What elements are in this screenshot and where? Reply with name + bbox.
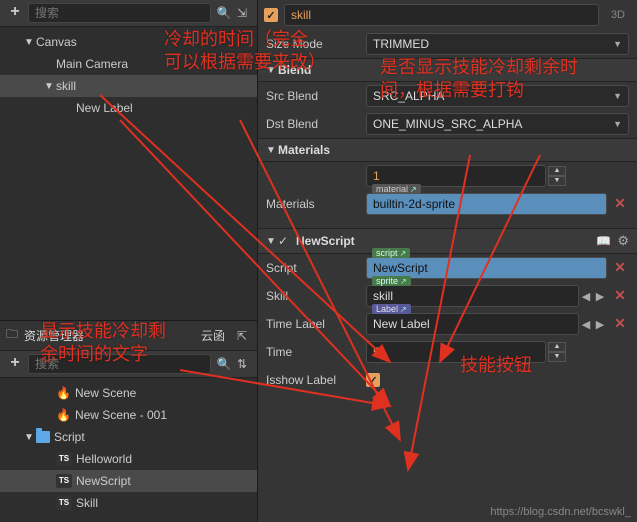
assets-panel: 🗀 资源管理器 云函 ⇱ + 🔍 ⇅ 🔥 New Scene 🔥 New Scene … bbox=[0, 320, 258, 522]
hierarchy-search-input[interactable] bbox=[28, 3, 211, 23]
node-active-checkbox[interactable]: ✓ bbox=[264, 8, 278, 22]
assets-search-input[interactable] bbox=[28, 354, 211, 374]
scene-icon: 🔥 bbox=[56, 386, 71, 400]
node-header: ✓ 3D bbox=[258, 0, 637, 30]
label-tag: Label↗ bbox=[372, 304, 411, 314]
newscript-section[interactable]: ▼ ✓ NewScript 📖 ⚙ bbox=[258, 228, 637, 254]
next-button[interactable]: ▶ bbox=[593, 318, 607, 331]
chevron-down-icon: ▼ bbox=[266, 65, 278, 76]
dst-blend-row: Dst Blend ONE_MINUS_SRC_ALPHA ▼ bbox=[258, 110, 637, 138]
material-tag: material↗ bbox=[372, 184, 421, 194]
folder-icon: 🗀 bbox=[6, 325, 18, 346]
search-icon[interactable]: 🔍 bbox=[215, 4, 233, 22]
3d-toggle[interactable]: 3D bbox=[605, 9, 631, 21]
materials-count-stepper[interactable]: ▲▼ bbox=[548, 166, 566, 186]
tree-item-label: New Scene bbox=[75, 386, 136, 400]
next-button[interactable]: ▶ bbox=[593, 290, 607, 303]
time-stepper[interactable]: ▲▼ bbox=[548, 342, 566, 362]
hierarchy-tree: ▼CanvasMain Camera▼skillNew Label bbox=[0, 27, 257, 123]
search-icon[interactable]: 🔍 bbox=[215, 355, 233, 373]
help-icon[interactable]: 📖 bbox=[596, 234, 611, 248]
hierarchy-toolbar: + 🔍 ⇲ bbox=[0, 0, 257, 27]
tree-item-label: NewScript bbox=[76, 474, 131, 488]
time-input[interactable] bbox=[366, 341, 546, 363]
folder-icon bbox=[36, 431, 50, 443]
chevron-down-icon: ▼ bbox=[613, 91, 622, 101]
skill-prop-row: Skill sprite↗ ◀ ▶ ✕ bbox=[258, 282, 637, 310]
typescript-icon: TS bbox=[56, 452, 72, 466]
assets-toolbar: + 🔍 ⇅ bbox=[0, 351, 257, 378]
dst-blend-dropdown[interactable]: ONE_MINUS_SRC_ALPHA ▼ bbox=[366, 113, 629, 135]
scene-icon: 🔥 bbox=[56, 408, 71, 422]
size-mode-row: Size Mode TRIMMED ▼ bbox=[258, 30, 637, 58]
material-slot-input[interactable] bbox=[366, 193, 607, 215]
delete-skill-button[interactable]: ✕ bbox=[611, 287, 629, 305]
chevron-down-icon: ▼ bbox=[613, 39, 622, 49]
src-blend-row: Src Blend SRC_ALPHA ▼ bbox=[258, 82, 637, 110]
tree-item-label: Helloworld bbox=[76, 452, 132, 466]
size-mode-label: Size Mode bbox=[266, 37, 366, 51]
caret-icon: ▼ bbox=[24, 37, 36, 48]
timelabel-slot-input[interactable] bbox=[366, 313, 579, 335]
delete-timelabel-button[interactable]: ✕ bbox=[611, 315, 629, 333]
gear-icon[interactable]: ⚙ bbox=[617, 233, 629, 249]
typescript-icon: TS bbox=[56, 474, 72, 488]
typescript-icon: TS bbox=[56, 496, 72, 510]
chevron-down-icon: ▼ bbox=[613, 119, 622, 129]
prev-button[interactable]: ◀ bbox=[579, 318, 593, 331]
node-name-input[interactable] bbox=[284, 4, 599, 26]
watermark: https://blog.csdn.net/bcswkl_ bbox=[490, 506, 631, 518]
chevron-down-icon: ▼ bbox=[266, 145, 278, 156]
collapse-icon[interactable]: ⇲ bbox=[233, 4, 251, 22]
tree-item-label: skill bbox=[56, 79, 76, 93]
tree-item-label: Canvas bbox=[36, 35, 77, 49]
caret-icon: ▼ bbox=[24, 432, 36, 443]
material-slot-row: Materials material↗ ✕ bbox=[258, 190, 637, 218]
delete-material-button[interactable]: ✕ bbox=[611, 195, 629, 213]
delete-script-button[interactable]: ✕ bbox=[611, 259, 629, 277]
assets-header: 🗀 资源管理器 云函 ⇱ bbox=[0, 321, 257, 351]
blend-section[interactable]: ▼ Blend bbox=[258, 58, 637, 82]
inspector-panel: ✓ 3D Size Mode TRIMMED ▼ ▼ Blend Src Ble… bbox=[258, 0, 637, 522]
asset-item-helloworld[interactable]: TS Helloworld bbox=[0, 448, 257, 470]
hierarchy-panel: + 🔍 ⇲ ▼CanvasMain Camera▼skillNew Label bbox=[0, 0, 258, 320]
script-tag: script↗ bbox=[372, 248, 410, 258]
hierarchy-item-new-label[interactable]: New Label bbox=[0, 97, 257, 119]
asset-item-new-scene[interactable]: 🔥 New Scene bbox=[0, 382, 257, 404]
hierarchy-item-main-camera[interactable]: Main Camera bbox=[0, 53, 257, 75]
sort-icon[interactable]: ⇅ bbox=[233, 355, 251, 373]
asset-item-skill[interactable]: TS Skill bbox=[0, 492, 257, 514]
add-node-button[interactable]: + bbox=[6, 4, 24, 22]
sprite-tag: sprite↗ bbox=[372, 276, 411, 286]
tree-item-label: New Label bbox=[76, 101, 133, 115]
prev-button[interactable]: ◀ bbox=[579, 290, 593, 303]
src-blend-dropdown[interactable]: SRC_ALPHA ▼ bbox=[366, 85, 629, 107]
materials-count-row: ▲▼ bbox=[258, 162, 637, 190]
component-active-checkbox[interactable]: ✓ bbox=[278, 234, 292, 248]
tree-item-label: Main Camera bbox=[56, 57, 128, 71]
asset-item-new-scene---001[interactable]: 🔥 New Scene - 001 bbox=[0, 404, 257, 426]
chevron-down-icon: ▼ bbox=[266, 236, 278, 247]
materials-section[interactable]: ▼ Materials bbox=[258, 138, 637, 162]
asset-item-script[interactable]: ▼ Script bbox=[0, 426, 257, 448]
add-asset-button[interactable]: + bbox=[6, 355, 24, 373]
tree-item-label: New Scene - 001 bbox=[75, 408, 167, 422]
isshow-checkbox[interactable]: ✓ bbox=[366, 373, 380, 387]
asset-item-newscript[interactable]: TS NewScript bbox=[0, 470, 257, 492]
assets-panel-title: 资源管理器 bbox=[24, 327, 201, 344]
assets-tree: 🔥 New Scene 🔥 New Scene - 001 ▼ Script TS Hello… bbox=[0, 378, 257, 518]
assets-tab-cloud[interactable]: 云函 bbox=[201, 327, 225, 344]
time-prop-row: Time ▲▼ bbox=[258, 338, 637, 366]
tree-item-label: Script bbox=[54, 430, 85, 444]
timelabel-prop-row: Time Label Label↗ ◀ ▶ ✕ bbox=[258, 310, 637, 338]
isshow-prop-row: Isshow Label ✓ bbox=[258, 366, 637, 394]
script-prop-row: Script script↗ ✕ bbox=[258, 254, 637, 282]
expand-icon[interactable]: ⇱ bbox=[233, 327, 251, 345]
tree-item-label: Skill bbox=[76, 496, 98, 510]
size-mode-dropdown[interactable]: TRIMMED ▼ bbox=[366, 33, 629, 55]
hierarchy-item-skill[interactable]: ▼skill bbox=[0, 75, 257, 97]
hierarchy-item-canvas[interactable]: ▼Canvas bbox=[0, 31, 257, 53]
caret-icon: ▼ bbox=[44, 81, 56, 92]
